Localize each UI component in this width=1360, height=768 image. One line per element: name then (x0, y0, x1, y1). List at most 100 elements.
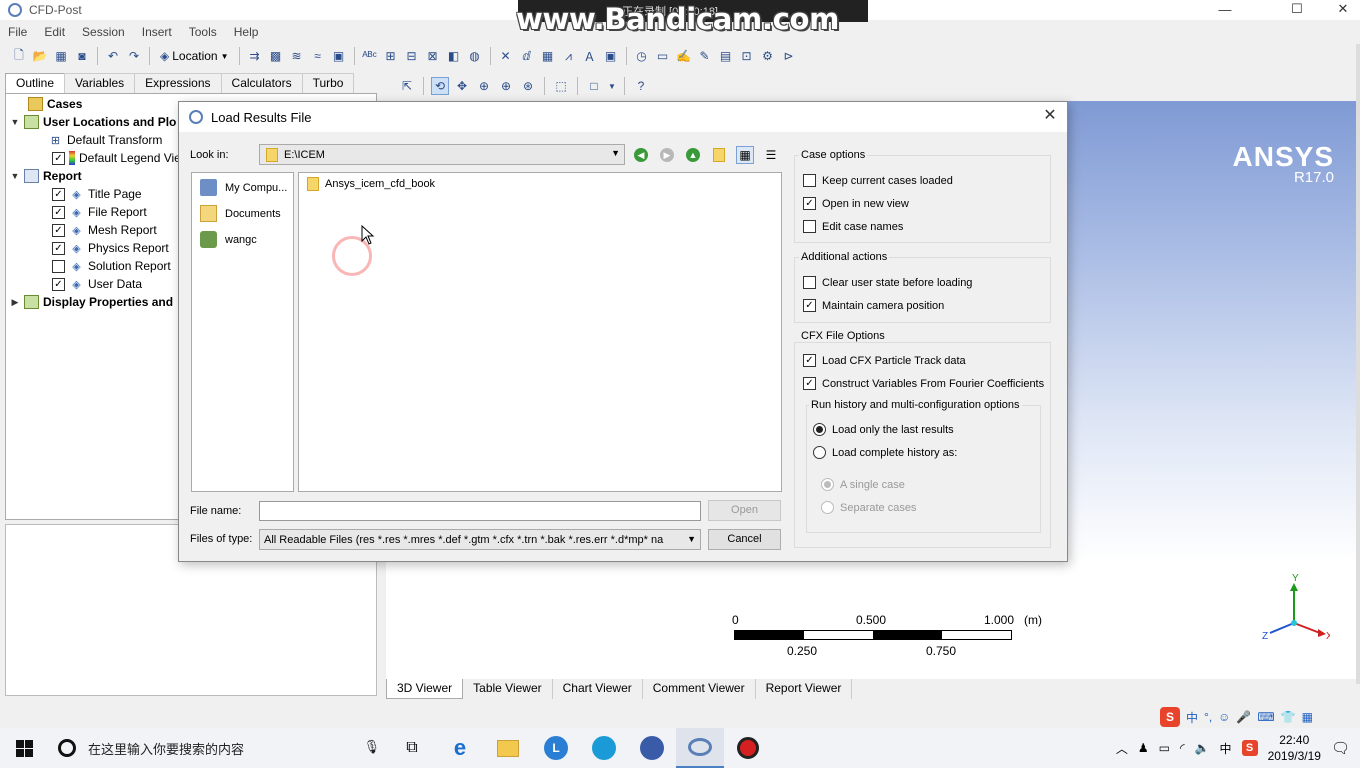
checkbox-option[interactable]: Keep current cases loaded (803, 174, 953, 187)
tab-turbo[interactable]: Turbo (301, 73, 355, 93)
report-item-checkbox[interactable]: ✓ (52, 187, 65, 201)
look-in-dropdown[interactable]: E:\ICEM ▼ (259, 144, 625, 165)
tray-app-icon[interactable]: ♟ (1138, 741, 1149, 755)
report-item[interactable]: ◈ Solution Report (52, 257, 171, 275)
taskbar-clock-app[interactable]: L (532, 728, 580, 768)
open-folder-icon[interactable]: 📂 (31, 47, 49, 65)
quick-editor-icon[interactable]: ✍ (675, 47, 693, 65)
figure-icon[interactable]: ▣ (602, 47, 620, 65)
load-results-icon[interactable]: ▦ (52, 47, 70, 65)
streamline-icon[interactable]: ≋ (288, 47, 306, 65)
collapse-arrow-icon[interactable]: ▼ (10, 117, 20, 127)
radio-option[interactable]: Load complete history as: (813, 446, 957, 459)
report-item[interactable]: ✓ ◈ Mesh Report (52, 221, 157, 239)
color-map-icon[interactable]: ◍ (466, 47, 484, 65)
checkbox[interactable]: ✓ (803, 197, 816, 210)
radio-option[interactable]: Load only the last results (813, 423, 954, 436)
open-button[interactable]: Open (708, 500, 781, 521)
file-list[interactable]: Ansys_icem_cfd_book (298, 172, 782, 492)
menu-edit[interactable]: Edit (36, 25, 74, 39)
taskbar-clock[interactable]: 22:40 2019/3/19 (1268, 732, 1321, 764)
viewport-layout-icon[interactable]: □ (585, 77, 603, 95)
battery-icon[interactable]: ▭ (1159, 741, 1170, 755)
checkbox[interactable]: ✓ (803, 354, 816, 367)
checkbox[interactable] (803, 220, 816, 233)
select-icon[interactable]: ⇱ (398, 77, 416, 95)
collapse-arrow-icon[interactable]: ▼ (10, 171, 20, 181)
skin-icon[interactable]: 👕 (1281, 710, 1296, 724)
close-window-button[interactable]: ✕ (1320, 0, 1360, 18)
file-name-input[interactable] (259, 501, 701, 521)
menu-tools[interactable]: Tools (181, 25, 226, 39)
maximize-button[interactable]: ☐ (1274, 0, 1320, 18)
voice-icon[interactable]: 🎤 (1236, 710, 1251, 724)
report-item-checkbox[interactable] (52, 259, 65, 273)
taskbar-search[interactable]: 在这里输入你要搜索的内容 🎙 (48, 728, 388, 768)
tab-report-viewer[interactable]: Report Viewer (755, 679, 853, 699)
tab-chart-viewer[interactable]: Chart Viewer (552, 679, 643, 699)
emoji-icon[interactable]: ☺ (1218, 710, 1230, 724)
chevron-down-icon[interactable]: ▼ (607, 77, 617, 95)
checkbox-option[interactable]: ✓ Maintain camera position (803, 299, 944, 312)
table-icon[interactable]: ▦ (539, 47, 557, 65)
notification-icon[interactable]: 🗨 (1331, 739, 1350, 757)
file-item-folder[interactable]: Ansys_icem_cfd_book (307, 177, 435, 191)
report-item[interactable]: ✓ ◈ Title Page (52, 185, 142, 203)
checkbox[interactable] (803, 174, 816, 187)
checkbox-option[interactable]: ✓ Open in new view (803, 197, 909, 210)
expand-arrow-icon[interactable]: ▶ (10, 297, 20, 308)
new-folder-button[interactable] (710, 146, 728, 164)
probe-icon[interactable]: ✎ (696, 47, 714, 65)
checkbox-option[interactable]: Edit case names (803, 220, 903, 233)
punctuation-icon[interactable]: °, (1204, 710, 1212, 724)
coordinate-frame-icon[interactable]: ⊞ (382, 47, 400, 65)
back-button[interactable]: ◀ (632, 146, 650, 164)
minimize-button[interactable]: — (1202, 0, 1248, 18)
tree-item-default-legend[interactable]: ✓ Default Legend Vie (52, 149, 181, 167)
tree-item-cases[interactable]: Cases (14, 95, 82, 113)
zoom-fit-icon[interactable]: ⊛ (519, 77, 537, 95)
detail-view-button[interactable]: ☰ (762, 146, 780, 164)
dialog-close-button[interactable]: ✕ (1041, 107, 1059, 125)
taskbar-bandicam[interactable] (724, 728, 772, 768)
tray-chevron-up-icon[interactable]: ︿ (1116, 740, 1128, 757)
toolbox-icon[interactable]: ▦ (1302, 710, 1313, 724)
tab-calculators[interactable]: Calculators (220, 73, 303, 93)
radio-button[interactable] (821, 501, 834, 514)
files-of-type-dropdown[interactable]: All Readable Files (res *.res *.mres *.d… (259, 529, 701, 550)
report-item-checkbox[interactable]: ✓ (52, 277, 65, 291)
sogou-tray-icon[interactable]: S (1241, 740, 1258, 756)
parent-folder-button[interactable]: ▲ (684, 146, 702, 164)
help-icon[interactable]: ? (632, 77, 650, 95)
undo-icon[interactable]: ↶ (104, 47, 122, 65)
place-my-computer[interactable]: My Compu... (200, 179, 287, 196)
place-documents[interactable]: Documents (200, 205, 281, 222)
text-icon[interactable]: ᴬᴮᶜ (361, 47, 379, 65)
vector-icon[interactable]: ⇉ (246, 47, 264, 65)
keyboard-icon[interactable]: ⌨ (1257, 710, 1274, 724)
report-item-checkbox[interactable]: ✓ (52, 223, 65, 237)
tab-expressions[interactable]: Expressions (134, 73, 222, 93)
tray-ime-label[interactable]: 中 (1220, 740, 1232, 757)
start-button[interactable] (0, 728, 48, 768)
checkbox[interactable] (803, 276, 816, 289)
taskbar-cfd-post[interactable] (676, 728, 724, 768)
mesh-calculator-icon[interactable]: ⚙ (759, 47, 777, 65)
tree-item-display-properties[interactable]: ▶ Display Properties and (10, 293, 173, 311)
macro-calculator-icon[interactable]: ⊡ (738, 47, 756, 65)
sogou-logo-icon[interactable]: S (1160, 707, 1180, 727)
task-view-button[interactable]: ⧉ (388, 728, 436, 768)
taskbar-app-q[interactable] (580, 728, 628, 768)
tab-3d-viewer[interactable]: 3D Viewer (386, 679, 464, 699)
list-view-button[interactable]: ▦ (736, 146, 754, 164)
clip-plane-icon[interactable]: ◧ (445, 47, 463, 65)
comment-icon[interactable]: Ａ (581, 47, 599, 65)
timestep-icon[interactable]: ◷ (633, 47, 651, 65)
report-item-checkbox[interactable]: ✓ (52, 205, 65, 219)
report-item[interactable]: ✓ ◈ File Report (52, 203, 147, 221)
expression-icon[interactable]: ⅆ (518, 47, 536, 65)
zoom-box-icon[interactable]: ⊕ (497, 77, 515, 95)
screenshot-icon[interactable]: ◙ (73, 47, 91, 65)
cancel-button[interactable]: Cancel (708, 529, 781, 550)
radio-button[interactable] (821, 478, 834, 491)
